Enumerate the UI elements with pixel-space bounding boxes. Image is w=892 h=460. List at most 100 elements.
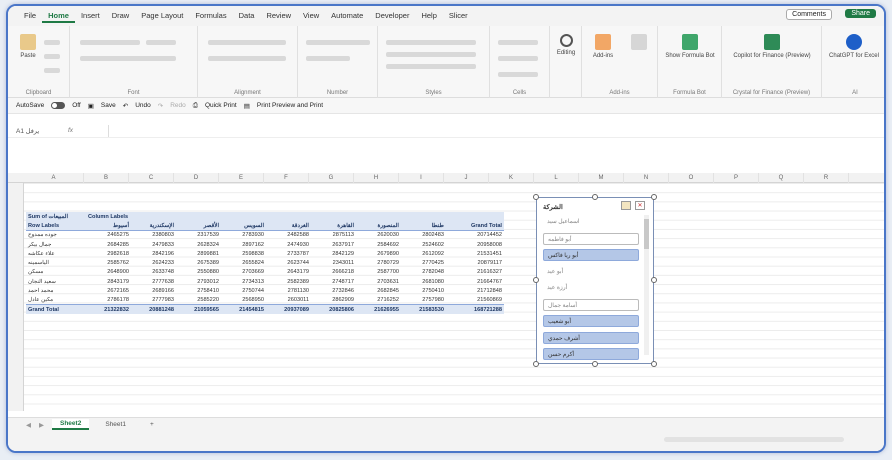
pivot-row-label[interactable]: مكين عادل [26, 296, 86, 305]
pivot-value-cell[interactable]: 2748717 [311, 277, 356, 286]
grand-total-cell[interactable]: 20937089 [266, 304, 311, 315]
pivot-row-labels[interactable]: Row Labels [26, 221, 86, 232]
pivot-value-cell[interactable]: 2317539 [176, 231, 221, 240]
pivot-column-header[interactable]: الغردقة [266, 221, 311, 232]
tab-nav-left-icon[interactable]: ◀ [26, 421, 31, 429]
menu-view[interactable]: View [297, 9, 325, 23]
fx-icon[interactable]: fx [68, 127, 108, 134]
menu-file[interactable]: File [18, 9, 42, 23]
pivot-value-cell[interactable]: 2624233 [131, 258, 176, 267]
menu-insert[interactable]: Insert [75, 9, 106, 23]
pivot-value-cell[interactable]: 2637917 [311, 240, 356, 249]
redo-label[interactable]: Redo [170, 102, 186, 109]
pivot-value-cell[interactable]: 2780729 [356, 258, 401, 267]
column-header-m[interactable]: M [579, 173, 624, 183]
pivot-value-cell[interactable]: 2675389 [176, 258, 221, 267]
autosave-toggle[interactable] [51, 102, 66, 109]
pivot-value-cell[interactable]: 2897162 [221, 240, 266, 249]
pivot-value-cell[interactable]: 2793012 [176, 277, 221, 286]
pivot-row-label[interactable]: علاء عكاشه [26, 249, 86, 258]
column-header-f[interactable]: F [264, 173, 309, 183]
pivot-value-cell[interactable]: 2758410 [176, 286, 221, 295]
pivot-row-label[interactable]: مسكن [26, 268, 86, 277]
pivot-value-cell[interactable]: 21712848 [446, 286, 504, 295]
menu-review[interactable]: Review [260, 9, 297, 23]
pivot-value-cell[interactable]: 2623744 [266, 258, 311, 267]
pivot-value-cell[interactable]: 2757980 [401, 296, 446, 305]
paste-button[interactable]: Paste [16, 34, 40, 60]
pivot-value-cell[interactable]: 2750744 [221, 286, 266, 295]
quick-print-icon[interactable]: ⎙ [193, 102, 198, 110]
pivot-column-labels[interactable]: Column Labels [86, 212, 131, 222]
resize-handle[interactable] [533, 194, 539, 200]
pivot-value-cell[interactable]: 2689166 [131, 286, 176, 295]
slicer-item[interactable]: أرزة عيد [543, 282, 639, 294]
grand-total-cell[interactable]: 21583530 [401, 304, 446, 315]
pivot-value-cell[interactable]: 2781130 [266, 286, 311, 295]
pivot-value-cell[interactable]: 2732846 [311, 286, 356, 295]
menu-slicer[interactable]: Slicer [443, 9, 474, 23]
slicer-scrollbar[interactable] [644, 215, 649, 355]
pivot-value-cell[interactable]: 2666218 [311, 268, 356, 277]
tab-sheet1[interactable]: Sheet1 [97, 420, 134, 429]
pivot-value-cell[interactable]: 2982618 [86, 249, 131, 258]
pivot-row-label[interactable]: جوده ممدوح [26, 231, 86, 240]
resize-handle[interactable] [533, 277, 539, 283]
column-header-i[interactable]: I [399, 173, 444, 183]
column-header-q[interactable]: Q [759, 173, 804, 183]
pivot-value-cell[interactable]: 2842129 [311, 249, 356, 258]
slicer-item[interactable]: أشرف حمدي [543, 331, 639, 344]
empty-cell[interactable] [401, 212, 446, 222]
column-header-d[interactable]: D [174, 173, 219, 183]
share-button[interactable]: Share [845, 9, 876, 18]
empty-cell[interactable] [176, 212, 221, 222]
clear-filter-icon[interactable]: ✕ [635, 201, 645, 210]
pivot-value-cell[interactable]: 2585220 [176, 296, 221, 305]
slicer-item[interactable]: أبو فاطمه [543, 232, 639, 245]
pivot-value-cell[interactable]: 2550880 [176, 268, 221, 277]
undo-label[interactable]: Undo [135, 102, 151, 109]
pivot-column-header[interactable]: الأقصر [176, 221, 221, 232]
menu-draw[interactable]: Draw [106, 9, 136, 23]
column-header-l[interactable]: L [534, 173, 579, 183]
column-header-c[interactable]: C [129, 173, 174, 183]
resize-handle[interactable] [651, 277, 657, 283]
pivot-value-cell[interactable]: 2343011 [311, 258, 356, 267]
pivot-value-cell[interactable]: 20958008 [446, 240, 504, 249]
slicer-item[interactable]: أكرم حسن [543, 348, 639, 360]
pivot-value-cell[interactable]: 2603011 [266, 296, 311, 305]
name-box[interactable]: A1 يرفل [8, 127, 68, 135]
grand-total-cell[interactable]: 21059565 [176, 304, 221, 315]
pivot-value-cell[interactable]: 2750410 [401, 286, 446, 295]
pivot-value-cell[interactable]: 2587700 [356, 268, 401, 277]
pivot-column-header[interactable]: أسيوط [86, 221, 131, 232]
empty-cell[interactable] [266, 212, 311, 222]
grand-total-cell[interactable]: 21626955 [356, 304, 401, 315]
pivot-value-cell[interactable]: 2648900 [86, 268, 131, 277]
pivot-value-cell[interactable]: 2681080 [401, 277, 446, 286]
column-header-p[interactable]: P [714, 173, 759, 183]
pivot-row-label[interactable]: الياسمينه [26, 258, 86, 267]
pivot-value-cell[interactable]: 2582389 [266, 277, 311, 286]
pivot-value-cell[interactable]: 2843179 [86, 277, 131, 286]
resize-handle[interactable] [592, 361, 598, 367]
pivot-values-field[interactable]: Sum of المبيعات [26, 212, 86, 222]
pivot-value-cell[interactable]: 21616327 [446, 268, 504, 277]
pivot-value-cell[interactable]: 2842196 [131, 249, 176, 258]
pivot-value-cell[interactable]: 2734313 [221, 277, 266, 286]
tab-sheet2[interactable]: Sheet2 [52, 419, 90, 430]
column-header-n[interactable]: N [624, 173, 669, 183]
pivot-value-cell[interactable]: 21531451 [446, 249, 504, 258]
pivot-value-cell[interactable]: 2786178 [86, 296, 131, 305]
resize-handle[interactable] [651, 194, 657, 200]
pivot-value-cell[interactable]: 2479833 [131, 240, 176, 249]
column-header-r[interactable]: R [804, 173, 849, 183]
slicer-item[interactable]: أبو عيد [543, 265, 639, 278]
pivot-column-header[interactable]: طنطا [401, 221, 446, 232]
more-addins-button[interactable] [626, 34, 652, 53]
pivot-value-cell[interactable]: 2716252 [356, 296, 401, 305]
pivot-value-cell[interactable]: 2584692 [356, 240, 401, 249]
pivot-value-cell[interactable]: 2682845 [356, 286, 401, 295]
column-header-b[interactable]: B [84, 173, 129, 183]
horizontal-scrollbar[interactable] [664, 437, 844, 442]
